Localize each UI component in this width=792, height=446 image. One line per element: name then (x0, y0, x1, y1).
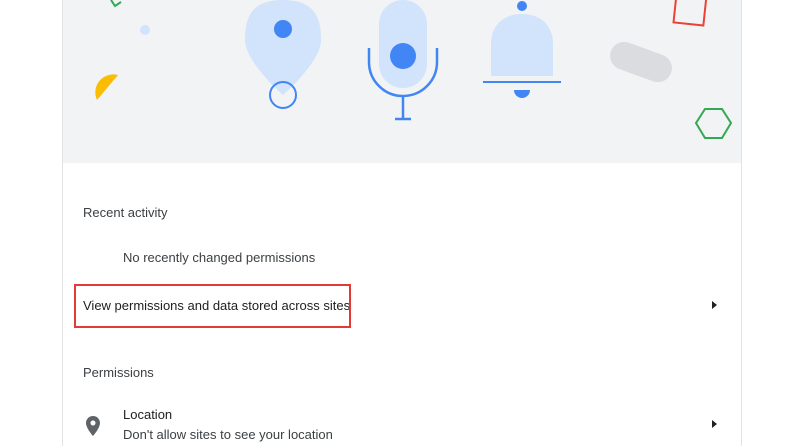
blue-dot-decoration (140, 25, 150, 35)
view-permissions-row[interactable]: View permissions and data stored across … (63, 282, 741, 330)
red-rect-decoration (672, 0, 708, 27)
view-permissions-label: View permissions and data stored across … (83, 298, 351, 313)
permissions-heading: Permissions (83, 365, 154, 380)
settings-card: Recent activity No recently changed perm… (62, 0, 742, 446)
grey-pill-decoration (610, 41, 672, 83)
green-decoration (110, 0, 122, 8)
location-pin-illustration (245, 0, 321, 109)
location-title: Location (123, 407, 173, 422)
arrow-right-icon (712, 420, 717, 428)
recent-activity-heading: Recent activity (83, 205, 168, 220)
no-recent-permissions-text: No recently changed permissions (123, 250, 316, 265)
location-subtitle: Don't allow sites to see your location (123, 427, 333, 442)
location-pin-icon (86, 416, 100, 436)
page: Recent activity No recently changed perm… (0, 0, 792, 446)
green-hexagon-decoration (694, 108, 733, 139)
microphone-illustration (367, 0, 439, 121)
notification-bell-illustration (483, 1, 561, 98)
yellow-half-circle-decoration (95, 74, 118, 100)
permissions-banner-illustration (63, 0, 741, 163)
arrow-right-icon (712, 301, 717, 309)
